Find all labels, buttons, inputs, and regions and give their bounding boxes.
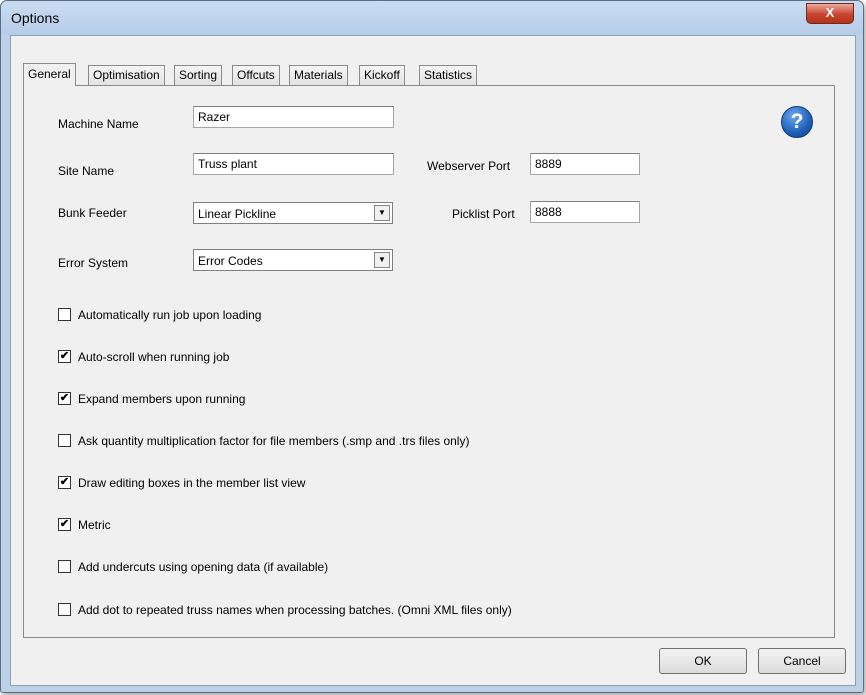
close-button[interactable]: X	[806, 3, 854, 24]
machine-name-field[interactable]: Razer	[193, 106, 394, 128]
checkbox-label: Add undercuts using opening data (if ava…	[78, 560, 329, 574]
tab-sorting[interactable]: Sorting	[174, 65, 223, 85]
checkbox-label: Draw editing boxes in the member list vi…	[78, 476, 306, 490]
site-name-label: Site Name	[58, 164, 115, 178]
webserver-port-field[interactable]: 8889	[530, 153, 640, 175]
checkbox-box[interactable]	[58, 434, 71, 447]
checkbox-label: Ask quantity multiplication factor for f…	[78, 434, 470, 448]
close-icon: X	[825, 5, 835, 20]
checkbox-label: Auto-scroll when running job	[78, 350, 230, 364]
picklist-port-field[interactable]: 8888	[530, 201, 640, 223]
checkbox-box[interactable]	[58, 308, 71, 321]
bunk-feeder-label: Bunk Feeder	[58, 206, 127, 220]
machine-name-label: Machine Name	[58, 117, 139, 131]
checkbox-box[interactable]	[58, 560, 71, 573]
tab-kickoff[interactable]: Kickoff	[359, 65, 405, 85]
webserver-port-value: 8889	[535, 157, 562, 171]
cancel-button[interactable]: Cancel	[758, 648, 846, 674]
checkbox-label: Add dot to repeated truss names when pro…	[78, 603, 512, 617]
checkbox-box[interactable]: ✔	[58, 392, 71, 405]
ok-button[interactable]: OK	[659, 648, 747, 674]
checkbox-label: Metric	[78, 518, 111, 532]
bunk-feeder-value: Linear Pickline	[198, 207, 277, 221]
error-system-value: Error Codes	[198, 254, 263, 268]
webserver-port-label: Webserver Port	[427, 159, 511, 173]
error-system-select[interactable]: Error Codes ▼	[193, 249, 393, 271]
tab-materials[interactable]: Materials	[289, 65, 348, 85]
checkbox-label: Expand members upon running	[78, 392, 246, 406]
tab-general[interactable]: General	[23, 63, 76, 86]
checkbox-box[interactable]: ✔	[58, 350, 71, 363]
tab-statistics[interactable]: Statistics	[419, 65, 478, 85]
tab-optimisation[interactable]: Optimisation	[88, 65, 165, 85]
bunk-feeder-select[interactable]: Linear Pickline ▼	[193, 202, 393, 224]
options-dialog: Options X General Optimisation Sorting O…	[0, 0, 864, 693]
tab-offcuts[interactable]: Offcuts	[232, 65, 280, 85]
chevron-down-icon[interactable]: ▼	[374, 205, 390, 221]
title-bar[interactable]: Options X	[1, 1, 863, 35]
machine-name-value: Razer	[198, 110, 231, 124]
picklist-port-label: Picklist Port	[452, 207, 515, 221]
site-name-field[interactable]: Truss plant	[193, 153, 394, 175]
checkbox-box[interactable]: ✔	[58, 518, 71, 531]
window-title: Options	[11, 10, 60, 26]
help-icon[interactable]: ?	[781, 106, 813, 138]
general-tab-panel: Machine Name Razer Site Name Truss plant…	[23, 85, 835, 638]
checkbox-box[interactable]	[58, 603, 71, 616]
checkbox-box[interactable]: ✔	[58, 476, 71, 489]
picklist-port-value: 8888	[535, 205, 562, 219]
checkbox-label: Automatically run job upon loading	[78, 308, 262, 322]
chevron-down-icon[interactable]: ▼	[374, 252, 390, 268]
site-name-value: Truss plant	[198, 157, 257, 171]
error-system-label: Error System	[58, 256, 129, 270]
dialog-client-area: General Optimisation Sorting Offcuts Mat…	[10, 35, 856, 686]
